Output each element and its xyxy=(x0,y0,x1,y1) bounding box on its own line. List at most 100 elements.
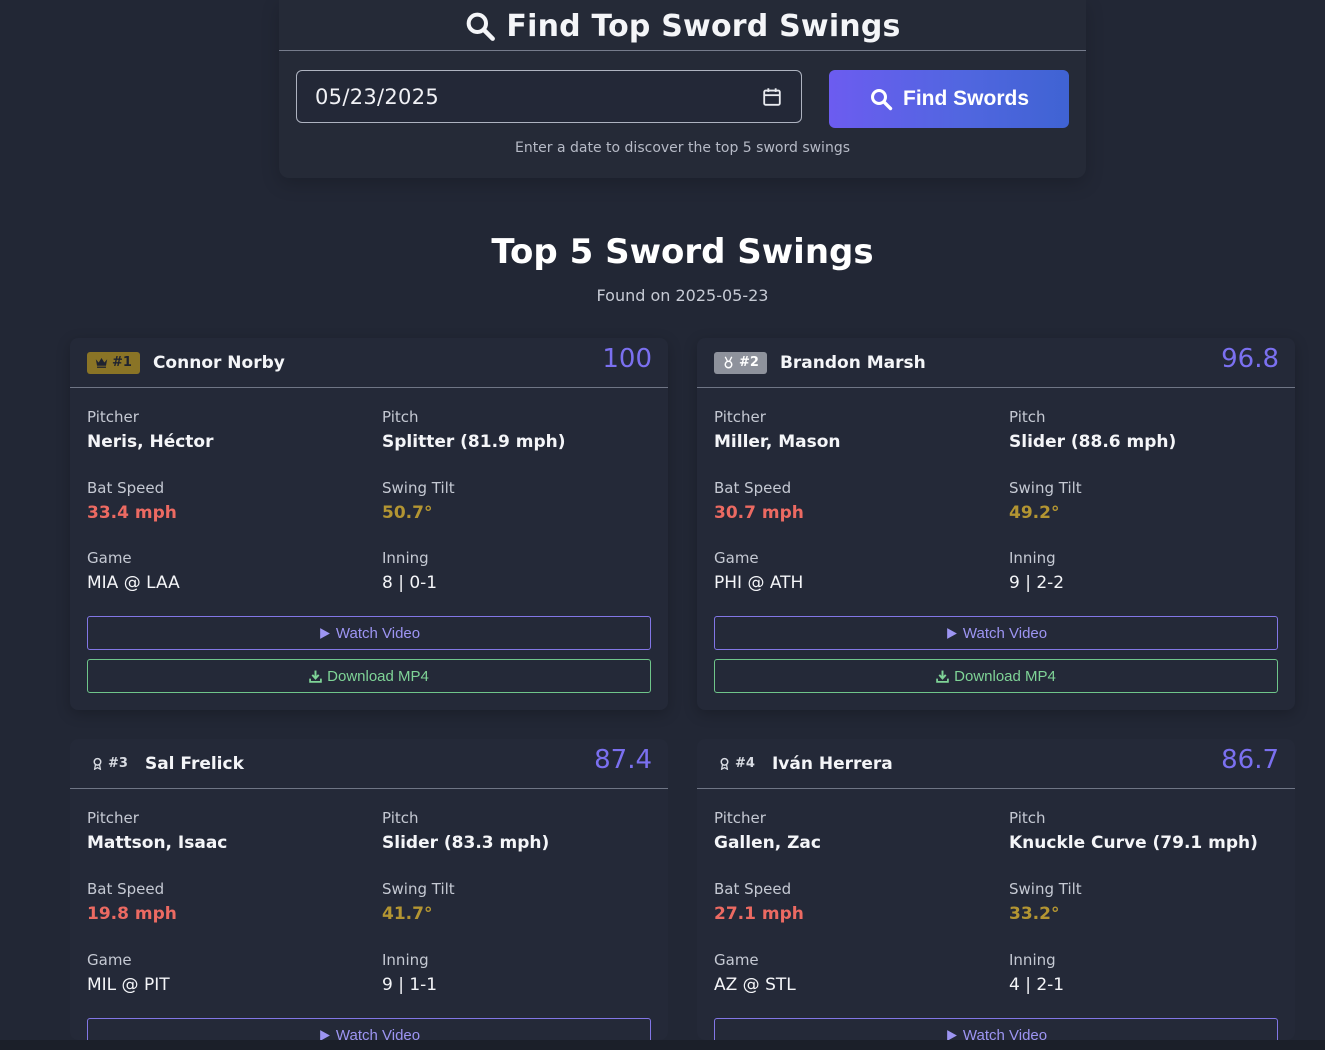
inning-label: Inning xyxy=(1009,549,1056,567)
game-value: MIL @ PIT xyxy=(87,975,170,995)
rank-badge: #4 xyxy=(714,753,759,775)
bat-speed-label: Bat Speed xyxy=(714,479,792,497)
search-icon xyxy=(467,12,496,41)
swing-tilt-stat: Swing Tilt 41.7° xyxy=(382,880,455,924)
swing-card-1: #1 Connor Norby 100 Pitcher Neris, Hécto… xyxy=(70,338,668,710)
swing-tilt-value: 33.2° xyxy=(1009,904,1060,924)
calendar-icon[interactable] xyxy=(761,86,783,108)
game-label: Game xyxy=(714,951,759,969)
crown-icon xyxy=(95,358,108,368)
pitcher-value: Miller, Mason xyxy=(714,432,841,452)
game-stat: Game MIL @ PIT xyxy=(87,951,170,995)
game-value: AZ @ STL xyxy=(714,975,796,995)
inning-stat: Inning 8 | 0-1 xyxy=(382,549,437,593)
search-icon xyxy=(871,89,893,111)
pitcher-stat: Pitcher Gallen, Zac xyxy=(714,809,821,853)
pitcher-label: Pitcher xyxy=(714,809,766,827)
download-mp4-button[interactable]: Download MP4 xyxy=(714,659,1278,693)
download-mp4-button[interactable]: Download MP4 xyxy=(87,659,651,693)
bat-speed-stat: Bat Speed 30.7 mph xyxy=(714,479,804,523)
search-panel: Find Top Sword Swings 05/23/2025 Find Sw… xyxy=(279,0,1086,178)
rank-label: #2 xyxy=(739,355,759,370)
watch-video-label: Watch Video xyxy=(335,624,421,642)
swing-tilt-stat: Swing Tilt 50.7° xyxy=(382,479,455,523)
pitcher-label: Pitcher xyxy=(87,408,139,426)
pitch-label: Pitch xyxy=(1009,408,1046,426)
pitcher-value: Gallen, Zac xyxy=(714,833,821,853)
card-header: #3 Sal Frelick 87.4 xyxy=(70,739,668,789)
pitch-stat: Pitch Knuckle Curve (79.1 mph) xyxy=(1009,809,1258,853)
inning-value: 8 | 0-1 xyxy=(382,573,438,593)
bat-speed-value: 19.8 mph xyxy=(87,904,177,924)
inning-value: 4 | 2-1 xyxy=(1009,975,1065,995)
swing-score: 87.4 xyxy=(594,745,652,775)
search-hint: Enter a date to discover the top 5 sword… xyxy=(514,140,851,156)
play-icon xyxy=(320,627,330,639)
bat-speed-value: 27.1 mph xyxy=(714,904,804,924)
pitch-value: Splitter (81.9 mph) xyxy=(382,432,566,452)
pitcher-stat: Pitcher Neris, Héctor xyxy=(87,408,214,452)
pitcher-stat: Pitcher Miller, Mason xyxy=(714,408,840,452)
pitch-value: Knuckle Curve (79.1 mph) xyxy=(1009,833,1258,853)
page: Find Top Sword Swings 05/23/2025 Find Sw… xyxy=(0,0,1325,1050)
player-name: Sal Frelick xyxy=(144,753,244,774)
swing-card-2: #2 Brandon Marsh 96.8 Pitcher Miller, Ma… xyxy=(697,338,1295,710)
swing-score: 86.7 xyxy=(1221,745,1279,775)
find-swords-button[interactable]: Find Swords xyxy=(829,70,1069,128)
pitch-label: Pitch xyxy=(1009,809,1046,827)
pitch-label: Pitch xyxy=(382,408,419,426)
search-title: Find Top Sword Swings xyxy=(279,4,1086,48)
swing-tilt-label: Swing Tilt xyxy=(1009,479,1082,497)
watch-video-button[interactable]: Watch Video xyxy=(87,616,651,650)
inning-stat: Inning 4 | 2-1 xyxy=(1009,951,1064,995)
pitcher-value: Neris, Héctor xyxy=(87,432,214,452)
bat-speed-label: Bat Speed xyxy=(87,479,165,497)
watch-video-button[interactable]: Watch Video xyxy=(714,616,1278,650)
player-name: Brandon Marsh xyxy=(779,352,926,373)
inning-label: Inning xyxy=(382,549,429,567)
award-icon xyxy=(93,757,102,770)
swing-tilt-value: 49.2° xyxy=(1009,503,1060,523)
game-label: Game xyxy=(87,549,132,567)
bat-speed-label: Bat Speed xyxy=(87,880,165,898)
title-divider xyxy=(279,50,1086,51)
pitcher-value: Mattson, Isaac xyxy=(87,833,228,853)
award-icon xyxy=(720,757,729,770)
swing-card-3: #3 Sal Frelick 87.4 Pitcher Mattson, Isa… xyxy=(70,739,668,1050)
inning-label: Inning xyxy=(382,951,429,969)
rank-label: #4 xyxy=(735,756,755,771)
rank-badge: #2 xyxy=(714,351,767,374)
rank-label: #1 xyxy=(112,355,132,370)
pitcher-label: Pitcher xyxy=(87,809,139,827)
inning-value: 9 | 2-2 xyxy=(1009,573,1065,593)
pitch-stat: Pitch Slider (83.3 mph) xyxy=(382,809,549,853)
bat-speed-value: 30.7 mph xyxy=(714,503,804,523)
inning-value: 9 | 1-1 xyxy=(382,975,438,995)
pitch-label: Pitch xyxy=(382,809,419,827)
swing-score: 96.8 xyxy=(1221,344,1279,374)
pitch-stat: Pitch Slider (88.6 mph) xyxy=(1009,408,1176,452)
date-input[interactable]: 05/23/2025 xyxy=(296,70,802,123)
date-input-value[interactable]: 05/23/2025 xyxy=(315,85,761,109)
swing-tilt-label: Swing Tilt xyxy=(1009,880,1082,898)
pitcher-stat: Pitcher Mattson, Isaac xyxy=(87,809,227,853)
search-title-text: Find Top Sword Swings xyxy=(506,8,901,44)
player-name: Connor Norby xyxy=(152,352,285,373)
card-header: #4 Iván Herrera 86.7 xyxy=(697,739,1295,789)
game-stat: Game PHI @ ATH xyxy=(714,549,803,593)
pitch-value: Slider (83.3 mph) xyxy=(382,833,550,853)
rank-badge: #3 xyxy=(87,753,132,775)
pitch-value: Slider (88.6 mph) xyxy=(1009,432,1177,452)
horizontal-scrollbar[interactable] xyxy=(0,1040,1325,1050)
swing-tilt-value: 41.7° xyxy=(382,904,433,924)
swing-tilt-value: 50.7° xyxy=(382,503,433,523)
game-stat: Game AZ @ STL xyxy=(714,951,796,995)
game-label: Game xyxy=(714,549,759,567)
download-icon xyxy=(309,670,322,683)
swing-tilt-label: Swing Tilt xyxy=(382,479,455,497)
inning-stat: Inning 9 | 1-1 xyxy=(382,951,437,995)
bat-speed-stat: Bat Speed 33.4 mph xyxy=(87,479,177,523)
find-swords-label: Find Swords xyxy=(903,87,1029,110)
card-header: #1 Connor Norby 100 xyxy=(70,338,668,388)
game-stat: Game MIA @ LAA xyxy=(87,549,180,593)
